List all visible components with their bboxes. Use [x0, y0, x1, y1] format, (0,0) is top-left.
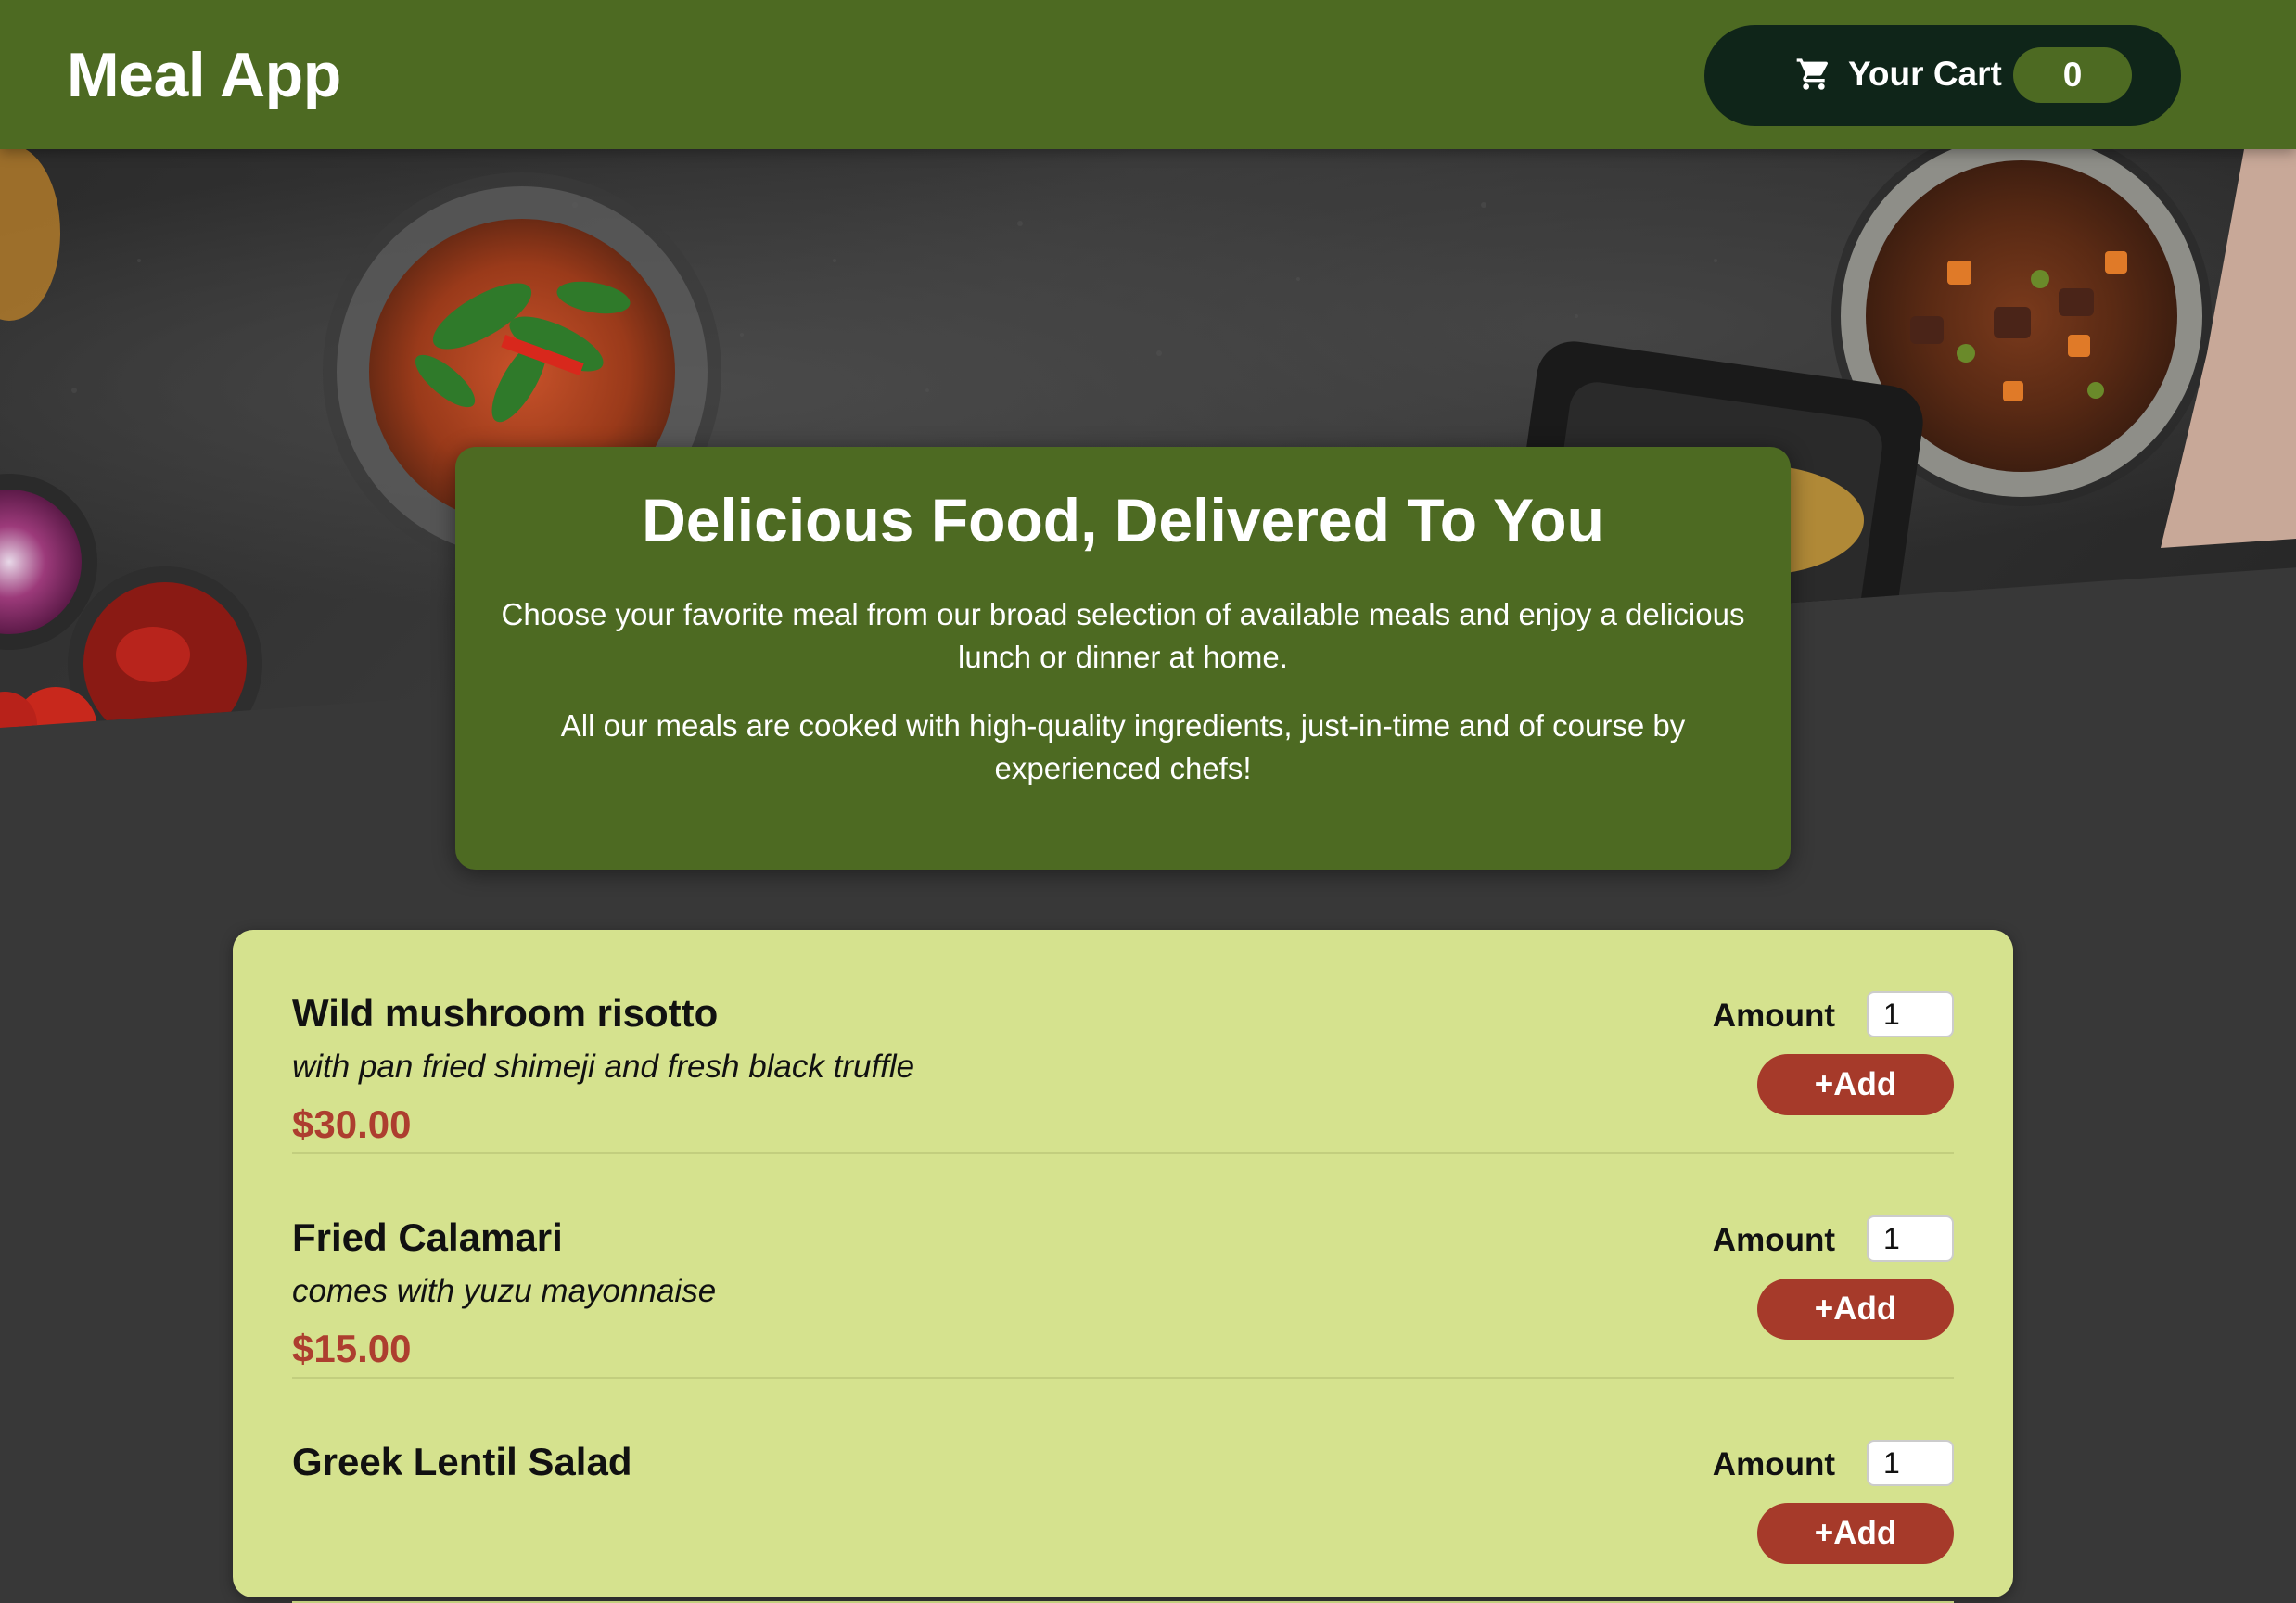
app-title: Meal App	[67, 40, 341, 110]
amount-label: Amount	[1712, 998, 1835, 1034]
cart-button[interactable]: Your Cart 0	[1704, 25, 2181, 126]
meal-name: Greek Lentil Salad	[292, 1440, 632, 1483]
summary-card: Delicious Food, Delivered To You Choose …	[455, 447, 1791, 870]
meal-name: Wild mushroom risotto	[292, 991, 719, 1035]
meal-name: Fried Calamari	[292, 1215, 563, 1259]
amount-input[interactable]	[1867, 1440, 1954, 1486]
meals-list-card: Wild mushroom risotto with pan fried shi…	[233, 930, 2013, 1603]
add-to-cart-button[interactable]: +Add	[1757, 1503, 1954, 1564]
add-to-cart-button[interactable]: +Add	[1757, 1279, 1954, 1340]
summary-paragraph: Choose your favorite meal from our broad…	[501, 596, 1745, 674]
meal-price: $15.00	[292, 1327, 412, 1370]
cart-count-badge: 0	[2013, 47, 2132, 103]
cart-label: Your Cart	[1848, 55, 2002, 93]
amount-label: Amount	[1712, 1446, 1835, 1482]
add-to-cart-button[interactable]: +Add	[1757, 1054, 1954, 1115]
meal-item: Wild mushroom risotto with pan fried shi…	[292, 930, 1954, 1154]
meal-item: Greek Lentil Salad Amount +Add	[292, 1379, 1954, 1603]
meal-item: Fried Calamari comes with yuzu mayonnais…	[292, 1154, 1954, 1379]
meal-price: $30.00	[292, 1102, 412, 1146]
meal-description: with pan fried shimeji and fresh black t…	[292, 1049, 915, 1085]
amount-input[interactable]	[1867, 991, 1954, 1037]
meal-description: comes with yuzu mayonnaise	[292, 1273, 717, 1309]
app-header: Meal App Your Cart 0	[0, 0, 2296, 149]
summary-paragraph: All our meals are cooked with high-quali…	[560, 707, 1686, 785]
summary-title: Delicious Food, Delivered To You	[642, 486, 1604, 554]
shopping-cart-icon	[1796, 58, 1829, 90]
amount-label: Amount	[1712, 1222, 1835, 1258]
amount-input[interactable]	[1867, 1215, 1954, 1262]
